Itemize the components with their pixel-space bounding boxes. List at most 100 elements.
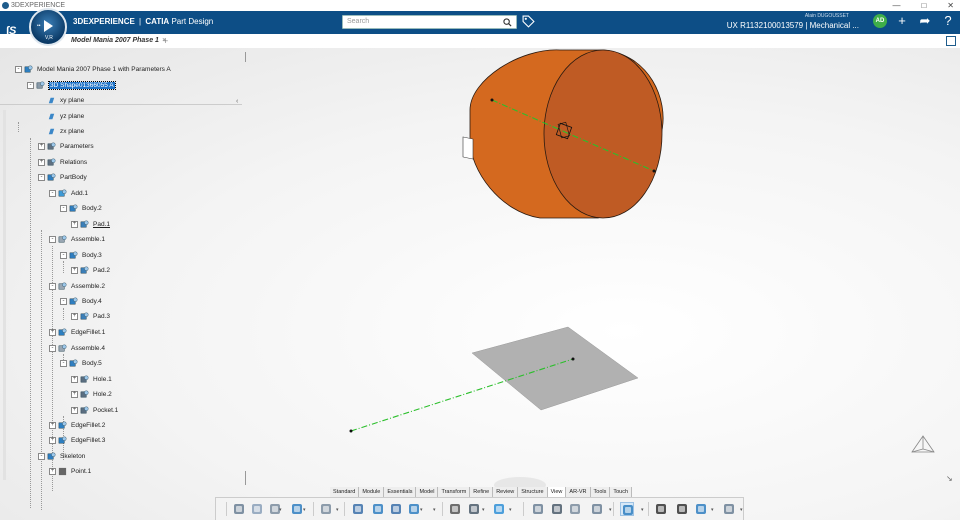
tab-review[interactable]: Review	[493, 487, 519, 497]
tab-structure[interactable]: Structure	[518, 487, 548, 497]
tab-model[interactable]: Model	[416, 487, 439, 497]
undo-icon[interactable]	[290, 502, 304, 516]
tab-tools[interactable]: Tools	[590, 487, 611, 497]
tree-node[interactable]: + Parameters	[38, 141, 94, 151]
compass-icon[interactable]: •• V,R	[29, 8, 67, 46]
tag-icon[interactable]	[522, 15, 535, 28]
collapse-icon[interactable]: -	[49, 344, 56, 352]
view-selection-icon[interactable]	[620, 502, 634, 516]
reference-plane[interactable]	[471, 326, 639, 411]
collapse-icon[interactable]: -	[27, 81, 34, 89]
copy-icon[interactable]	[250, 502, 264, 516]
swap-visible-icon[interactable]	[675, 502, 689, 516]
tab-essentials[interactable]: Essentials	[384, 487, 417, 497]
tree-node[interactable]: zx plane	[38, 126, 84, 136]
cylinder-end-face[interactable]	[543, 49, 663, 219]
collapse-icon[interactable]: -	[60, 251, 67, 259]
capture-icon[interactable]	[448, 502, 462, 516]
tree-node[interactable]: - Model Mania 2007 Phase 1 with Parameter…	[15, 64, 171, 74]
tree-node[interactable]: + EdgeFillet.1	[49, 327, 105, 337]
add-tab-button[interactable]: +	[163, 36, 168, 46]
panel-splitter-bottom[interactable]	[245, 471, 246, 485]
3d-viewport[interactable]	[247, 48, 960, 493]
tree-node[interactable]: + Hole.1	[71, 374, 112, 384]
tree-node[interactable]: + Pad.2	[71, 265, 110, 275]
tree-node[interactable]: - Add.1	[49, 188, 88, 198]
expand-icon[interactable]: +	[49, 467, 56, 475]
share-icon[interactable]: ➦	[917, 13, 933, 29]
tree-node[interactable]: - Body.2	[60, 203, 102, 213]
expand-icon[interactable]: +	[71, 312, 78, 320]
fullscreen-icon[interactable]	[946, 36, 956, 46]
cube-view-icon[interactable]	[492, 502, 506, 516]
tab-module[interactable]: Module	[359, 487, 385, 497]
zoom-icon[interactable]	[407, 502, 421, 516]
tab-ar-vr[interactable]: AR-VR	[566, 487, 591, 497]
dropdown-arrow-icon[interactable]: ▾	[433, 507, 436, 513]
tree-node[interactable]: - PartBody	[38, 172, 87, 182]
collapse-icon[interactable]: -	[38, 173, 45, 181]
tree-node[interactable]: - Body.4	[60, 296, 102, 306]
triad-icon[interactable]	[908, 432, 938, 458]
collapse-icon[interactable]: -	[49, 235, 56, 243]
search-input[interactable]: Search	[342, 15, 517, 29]
tab-refine[interactable]: Refine	[470, 487, 494, 497]
close-button[interactable]: ✕	[947, 0, 954, 11]
expand-icon[interactable]: +	[71, 375, 78, 383]
tree-node[interactable]: + Point.1	[49, 466, 91, 476]
dropdown-arrow-icon[interactable]: ▾	[609, 507, 612, 513]
corner-arrow-icon[interactable]: ↘	[946, 474, 953, 483]
expand-icon[interactable]: +	[49, 436, 56, 444]
tree-node[interactable]: + Pad.1	[71, 219, 110, 229]
hide-show-icon[interactable]	[654, 502, 668, 516]
expand-icon[interactable]: +	[38, 158, 45, 166]
tree-node[interactable]: - Skeleton	[38, 451, 85, 461]
avatar[interactable]: AD	[873, 14, 887, 28]
dropdown-arrow-icon[interactable]: ▾	[482, 507, 485, 513]
dropdown-arrow-icon[interactable]: ▾	[740, 507, 743, 513]
tree-node[interactable]: + EdgeFillet.3	[49, 435, 105, 445]
tab-view[interactable]: View	[547, 487, 567, 497]
tree-node[interactable]: - 3D Shape01366055 A	[27, 80, 116, 90]
expand-icon[interactable]: +	[71, 390, 78, 398]
sketch-plane-marker[interactable]	[462, 136, 474, 160]
tree-node[interactable]: + EdgeFillet.2	[49, 420, 105, 430]
material-icon[interactable]	[550, 502, 564, 516]
maximize-button[interactable]: □	[921, 0, 926, 11]
minimize-button[interactable]: —	[892, 0, 900, 11]
tab-model[interactable]: Model Mania 2007 Phase 1 ×	[71, 37, 166, 44]
dropdown-arrow-icon[interactable]: ▾	[711, 507, 714, 513]
rotate-icon[interactable]	[389, 502, 403, 516]
collapse-icon[interactable]: -	[60, 204, 67, 212]
collapse-icon[interactable]: -	[38, 452, 45, 460]
expand-icon[interactable]: +	[71, 266, 78, 274]
collapse-icon[interactable]: -	[60, 359, 67, 367]
add-icon[interactable]: +	[894, 13, 910, 29]
expand-icon[interactable]: +	[49, 421, 56, 429]
display-icon[interactable]	[694, 502, 708, 516]
tree-collapse-icon[interactable]: ‹	[236, 98, 238, 105]
help-icon[interactable]: ?	[940, 13, 956, 29]
expand-icon[interactable]: +	[38, 142, 45, 150]
expand-icon[interactable]: +	[49, 328, 56, 336]
collapse-icon[interactable]: -	[15, 65, 22, 73]
render-icon[interactable]	[531, 502, 545, 516]
tab-standard[interactable]: Standard	[330, 487, 360, 497]
expand-icon[interactable]: +	[71, 220, 78, 228]
tree-node[interactable]: - Assemble.4	[49, 343, 105, 353]
cut-icon[interactable]	[232, 502, 246, 516]
search-icon[interactable]	[503, 18, 512, 27]
expand-icon[interactable]: +	[71, 406, 78, 414]
zoom-fit-icon[interactable]	[351, 502, 365, 516]
project-selector[interactable]: UX R1132100013579 | Mechanical ...	[727, 21, 859, 30]
dropdown-arrow-icon[interactable]: ▾	[420, 507, 423, 513]
update-icon[interactable]	[319, 502, 333, 516]
fly-icon[interactable]	[467, 502, 481, 516]
collapse-icon[interactable]: -	[60, 297, 67, 305]
tree-node[interactable]: yz plane	[38, 111, 84, 121]
tree-node[interactable]: xy plane	[38, 95, 84, 105]
collapse-icon[interactable]: -	[49, 282, 56, 290]
tree-node[interactable]: + Pad.3	[71, 311, 110, 321]
specification-tree[interactable]: ‹ - Model Mania 2007 Phase 1 with Paramet…	[0, 48, 245, 510]
tree-node[interactable]: - Assemble.2	[49, 281, 105, 291]
